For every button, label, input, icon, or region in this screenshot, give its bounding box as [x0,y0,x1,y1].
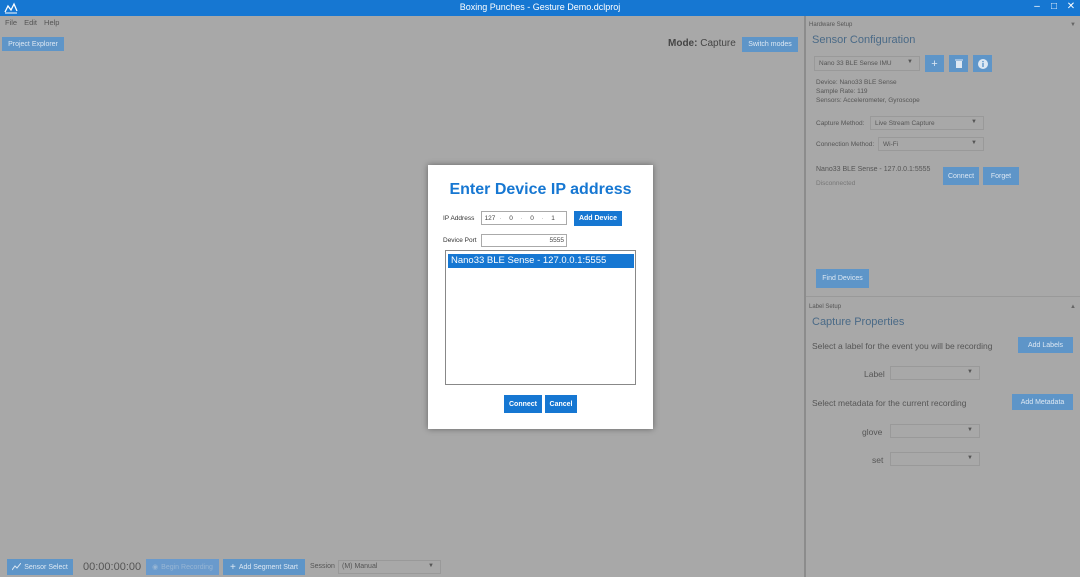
dialog-connect-button[interactable]: Connect [504,395,542,413]
chevron-down-icon: ▼ [971,140,977,146]
ip-octet-4[interactable]: 1 [545,215,561,222]
project-explorer-button[interactable]: Project Explorer [2,37,64,51]
minimize-button[interactable]: – [1030,1,1044,12]
capture-properties-title: Capture Properties [812,316,905,328]
capture-method-label: Capture Method: [816,120,865,127]
record-icon: ◉ [152,564,159,571]
session-select[interactable]: (M) Manual ▼ [338,560,441,574]
sensor-type-value: Nano 33 BLE Sense IMU [819,60,892,67]
recording-timer: 00:00:00:00 [83,561,142,573]
ip-octet-3[interactable]: 0 [524,215,540,222]
set-select[interactable]: ▼ [890,452,980,466]
trash-icon [954,59,963,68]
device-status: Disconnected [816,180,856,187]
add-device-button[interactable]: Add Device [574,211,622,226]
chevron-down-icon: ▼ [967,427,973,433]
main-workspace [0,16,804,577]
sensor-info-button[interactable] [973,55,992,72]
maximize-button[interactable]: □ [1047,1,1061,12]
chevron-down-icon: ▼ [428,563,434,569]
menu-file[interactable]: File [5,18,17,30]
add-sensor-button[interactable]: + [925,55,944,72]
window-title: Boxing Punches - Gesture Demo.dclproj [459,2,621,12]
ip-address-input[interactable]: 127 · 0 · 0 · 1 [481,211,567,225]
select-metadata-text: Select metadata for the current recordin… [812,398,967,408]
plus-icon: + [230,561,236,573]
device-ip-dialog: Enter Device IP address IP Address 127 ·… [428,165,653,429]
session-value: (M) Manual [342,563,378,570]
ip-octet-1[interactable]: 127 [482,215,498,222]
capture-method-value: Live Stream Capture [875,120,935,127]
add-labels-button[interactable]: Add Labels [1018,337,1073,353]
ip-octet-2[interactable]: 0 [503,215,519,222]
hardware-setup-label: Hardware Setup [809,22,853,28]
chevron-down-icon: ▼ [971,119,977,125]
mode-value: Capture [700,38,736,49]
capture-method-select[interactable]: Live Stream Capture ▼ [870,116,984,130]
delete-sensor-button[interactable] [949,55,968,72]
menu-help[interactable]: Help [44,18,59,30]
mode-label: Mode: [668,38,698,49]
glove-select[interactable]: ▼ [890,424,980,438]
device-port-label: Device Port [443,237,477,244]
switch-modes-button[interactable]: Switch modes [742,37,798,52]
collapse-chevron-icon[interactable]: ▲ [1070,304,1076,310]
dialog-title: Enter Device IP address [449,181,632,198]
select-label-text: Select a label for the event you will be… [812,341,993,351]
menu-bar: File Edit Help [0,16,804,30]
chevron-down-icon: ▼ [967,369,973,375]
bottom-toolbar: Sensor Select 00:00:00:00 ◉ Begin Record… [0,558,804,576]
label-setup-label: Label Setup [809,304,842,310]
chart-icon [12,563,22,571]
info-icon [977,58,988,69]
begin-recording-button[interactable]: ◉ Begin Recording [146,559,219,575]
chevron-down-icon: ▼ [967,455,973,461]
sensor-type-select[interactable]: Nano 33 BLE Sense IMU ▼ [814,56,920,71]
connection-method-select[interactable]: Wi-Fi ▼ [878,137,984,151]
close-button[interactable]: ✕ [1064,1,1078,12]
sample-rate-info: Sample Rate: 119 [816,88,868,95]
label-field-label: Label [864,369,885,379]
sensor-select-label: Sensor Select [24,563,68,571]
add-metadata-button[interactable]: Add Metadata [1012,394,1073,410]
connection-method-label: Connection Method: [816,141,875,148]
add-segment-start-button[interactable]: + Add Segment Start [223,559,305,575]
set-field-label: set [872,455,884,465]
sensors-info: Sensors: Accelerometer, Gyroscope [816,97,920,104]
title-bar: Boxing Punches - Gesture Demo.dclproj – … [0,0,1080,16]
session-label: Session [310,563,335,570]
add-segment-start-label: Add Segment Start [238,563,298,571]
section-separator [806,296,1080,297]
sensor-select-button[interactable]: Sensor Select [7,559,73,575]
mode-indicator: Mode: Capture [668,38,736,49]
label-select[interactable]: ▼ [890,366,980,380]
find-devices-button[interactable]: Find Devices [816,269,869,288]
menu-edit[interactable]: Edit [24,18,37,30]
right-panel: Hardware Setup ▼ Sensor Configuration Na… [806,16,1080,577]
dialog-cancel-button[interactable]: Cancel [545,395,577,413]
glove-field-label: glove [862,427,883,437]
collapse-chevron-icon[interactable]: ▼ [1070,22,1076,28]
list-item[interactable]: Nano33 BLE Sense - 127.0.0.1:5555 [448,254,634,268]
chevron-down-icon: ▼ [907,59,913,65]
device-entry[interactable]: Nano33 BLE Sense - 127.0.0.1:5555 [816,166,930,173]
forget-button[interactable]: Forget [983,167,1019,185]
sensor-configuration-title: Sensor Configuration [812,34,916,46]
connection-method-value: Wi-Fi [883,141,899,148]
device-list[interactable]: Nano33 BLE Sense - 127.0.0.1:5555 [445,250,636,385]
device-port-input[interactable]: 5555 [481,234,567,247]
plus-icon: + [931,57,938,70]
connect-button[interactable]: Connect [943,167,979,185]
ip-address-label: IP Address [443,215,475,222]
begin-recording-label: Begin Recording [161,563,213,571]
device-info: Device: Nano33 BLE Sense [816,79,897,86]
